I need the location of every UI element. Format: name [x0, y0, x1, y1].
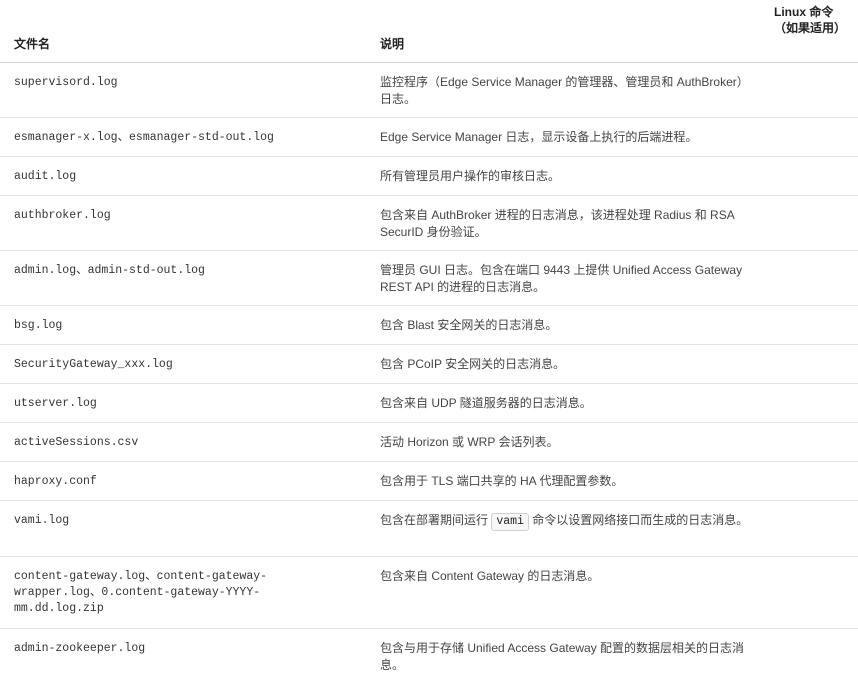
table-row: esmanager-x.log、esmanager-std-out.log Ed…: [0, 118, 858, 157]
header-linux-command: Linux 命令（如果适用）: [774, 5, 847, 35]
file-name-cell: audit.log: [14, 170, 77, 183]
table-row: utserver.log 包含来自 UDP 隧道服务器的日志消息。: [0, 384, 858, 423]
description-text: 命令以设置网络接口而生成的日志消息。: [528, 513, 749, 527]
table-row: supervisord.log 监控程序（Edge Service Manage…: [0, 63, 858, 118]
file-name-cell: content-gateway.log、content-gateway-wrap…: [14, 570, 268, 615]
description-text: 包含在部署期间运行: [380, 513, 492, 527]
description-cell: 监控程序（Edge Service Manager 的管理器、管理员和 Auth…: [380, 75, 749, 106]
table-row: haproxy.conf 包含用于 TLS 端口共享的 HA 代理配置参数。: [0, 462, 858, 501]
description-cell: 包含在部署期间运行 vami 命令以设置网络接口而生成的日志消息。: [380, 512, 750, 531]
description-cell: 包含与用于存储 Unified Access Gateway 配置的数据层相关的…: [380, 641, 745, 672]
file-name-cell: supervisord.log: [14, 76, 118, 89]
description-cell: 包含来自 AuthBroker 进程的日志消息，该进程处理 Radius 和 R…: [380, 208, 735, 239]
inline-code: vami: [491, 513, 529, 531]
table-row: audit.log 所有管理员用户操作的审核日志。: [0, 157, 858, 196]
table-row: content-gateway.log、content-gateway-wrap…: [0, 557, 858, 629]
table-row: bsg.log 包含 Blast 安全网关的日志消息。: [0, 306, 858, 345]
file-name-cell: authbroker.log: [14, 209, 111, 222]
file-name-cell: esmanager-x.log、esmanager-std-out.log: [14, 131, 274, 144]
description-cell: 所有管理员用户操作的审核日志。: [380, 169, 561, 183]
file-name-cell: haproxy.conf: [14, 475, 97, 488]
description-cell: 包含 Blast 安全网关的日志消息。: [380, 318, 558, 332]
table-row: admin.log、admin-std-out.log 管理员 GUI 日志。包…: [0, 251, 858, 306]
table-row: authbroker.log 包含来自 AuthBroker 进程的日志消息，该…: [0, 196, 858, 251]
file-name-cell: utserver.log: [14, 397, 97, 410]
file-name-cell: vami.log: [14, 514, 70, 527]
file-name-cell: admin-zookeeper.log: [14, 642, 146, 655]
table-row: admin-zookeeper.log 包含与用于存储 Unified Acce…: [0, 629, 858, 689]
file-name-cell: activeSessions.csv: [14, 436, 139, 449]
file-name-cell: SecurityGateway_xxx.log: [14, 358, 173, 371]
header-description: 说明: [380, 37, 405, 51]
table-row: vami.log 包含在部署期间运行 vami 命令以设置网络接口而生成的日志消…: [0, 501, 858, 557]
description-cell: Edge Service Manager 日志，显示设备上执行的后端进程。: [380, 130, 698, 144]
description-cell: 管理员 GUI 日志。包含在端口 9443 上提供 Unified Access…: [380, 263, 743, 294]
table-row: SecurityGateway_xxx.log 包含 PCoIP 安全网关的日志…: [0, 345, 858, 384]
description-cell: 包含来自 Content Gateway 的日志消息。: [380, 569, 600, 583]
log-files-table: 文件名 说明 Linux 命令（如果适用） supervisord.log 监控…: [0, 0, 858, 689]
file-name-cell: bsg.log: [14, 319, 63, 332]
file-name-cell: admin.log、admin-std-out.log: [14, 264, 205, 277]
description-cell: 包含用于 TLS 端口共享的 HA 代理配置参数。: [380, 474, 624, 488]
table-row: activeSessions.csv 活动 Horizon 或 WRP 会话列表…: [0, 423, 858, 462]
header-file-name: 文件名: [14, 37, 51, 51]
description-cell: 包含来自 UDP 隧道服务器的日志消息。: [380, 396, 592, 410]
description-cell: 活动 Horizon 或 WRP 会话列表。: [380, 435, 559, 449]
table-header: 文件名 说明 Linux 命令（如果适用）: [0, 0, 858, 63]
description-cell: 包含 PCoIP 安全网关的日志消息。: [380, 357, 566, 371]
